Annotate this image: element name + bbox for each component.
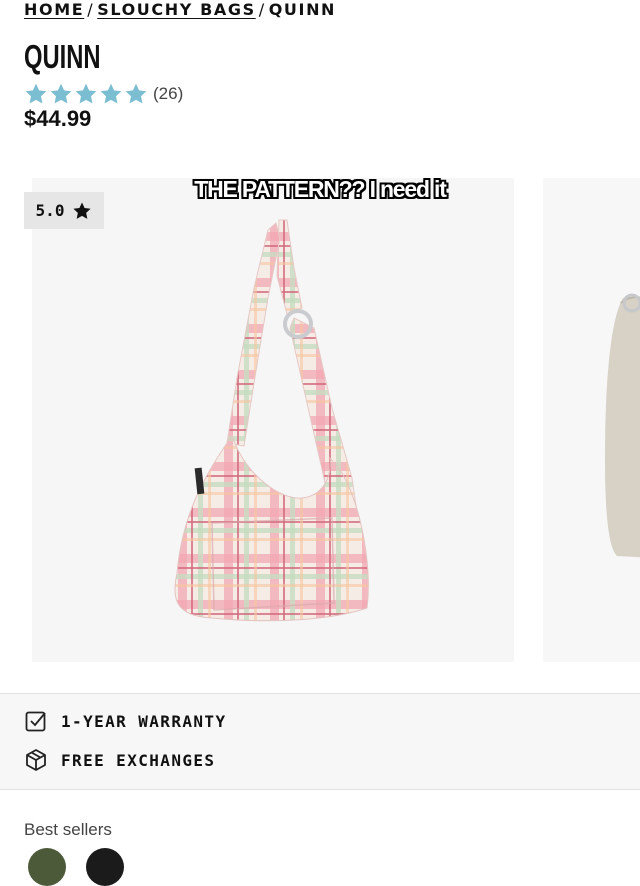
color-swatch-green[interactable] [28, 848, 66, 886]
color-swatch-black[interactable] [86, 848, 124, 886]
checkbox-icon [25, 711, 46, 732]
breadcrumb: HOME / SLOUCHY BAGS / QUINN [24, 0, 336, 22]
gallery-slide-main[interactable] [32, 178, 514, 662]
product-price: $44.99 [24, 106, 92, 131]
best-sellers-heading: Best sellers [24, 820, 112, 839]
breadcrumb-separator: / [258, 0, 266, 19]
product-gallery[interactable] [0, 178, 640, 668]
breadcrumb-current: QUINN [268, 0, 337, 19]
feature-warranty-label: 1-YEAR WARRANTY [61, 711, 227, 731]
box-icon [26, 749, 46, 771]
breadcrumb-separator: / [87, 0, 95, 19]
bag-image-next [605, 293, 640, 558]
star-icon [125, 83, 147, 104]
star-icon [75, 83, 97, 104]
gallery-slide-next[interactable] [543, 178, 640, 662]
breadcrumb-home-link[interactable]: HOME [24, 0, 84, 19]
bag-image [174, 219, 369, 622]
star-rating [24, 82, 148, 106]
feature-exchanges: FREE EXCHANGES [24, 747, 215, 773]
review-count[interactable]: (26) [153, 84, 183, 104]
product-rating[interactable]: (26) [24, 81, 183, 107]
star-icon [25, 83, 47, 104]
star-icon [73, 202, 92, 219]
product-title: QUINN [24, 38, 101, 75]
breadcrumb-category-link[interactable]: SLOUCHY BAGS [97, 0, 255, 19]
video-caption: THE PATTERN?? I need it [194, 176, 447, 202]
feature-warranty: 1-YEAR WARRANTY [24, 708, 227, 734]
star-icon [50, 83, 72, 104]
star-icon [100, 83, 122, 104]
feature-exchanges-label: FREE EXCHANGES [61, 750, 216, 770]
features-section: 1-YEAR WARRANTY FREE EXCHANGES [0, 693, 640, 790]
rating-badge-value: 5.0 [35, 201, 65, 220]
